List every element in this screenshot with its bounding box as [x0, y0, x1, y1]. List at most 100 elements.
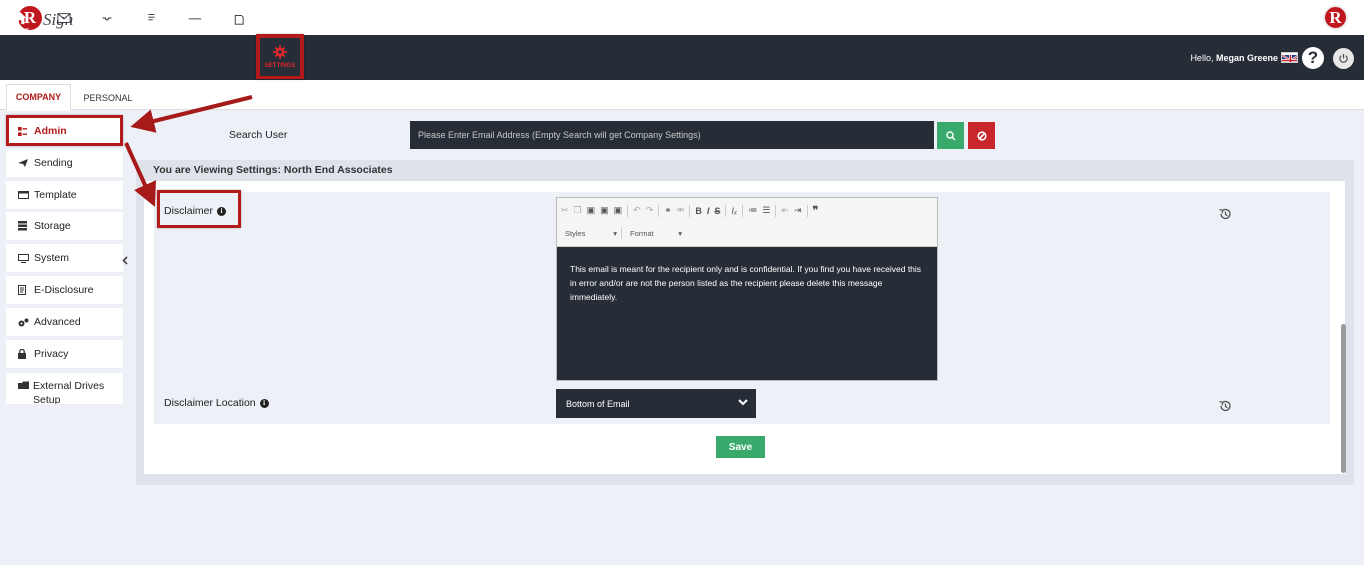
- indent-icon[interactable]: ⇥: [794, 205, 802, 216]
- search-user-label: Search User: [229, 129, 288, 141]
- rpost-logo: R: [1323, 5, 1348, 30]
- nav-stats[interactable]: STATS: [182, 0, 208, 45]
- inbox-icon: [100, 13, 114, 23]
- toolbar-divider: [658, 204, 660, 217]
- format-combo[interactable]: Format ▾: [626, 229, 686, 238]
- search-email-input[interactable]: Please Enter Email Address (Empty Search…: [410, 121, 934, 149]
- paste-icon[interactable]: ▣: [587, 205, 596, 216]
- toolbar-divider: [725, 204, 727, 217]
- nav-envelopes[interactable]: ENVELOPES: [86, 0, 128, 45]
- caret-down-icon: ▾: [678, 228, 682, 238]
- editor-content[interactable]: This email is meant for the recipient on…: [570, 262, 925, 304]
- monitor-icon: [18, 253, 30, 263]
- editor-toolbar-row-2: Styles ▾ Format ▾: [561, 227, 686, 239]
- greeting-text: Hello,: [1190, 53, 1214, 63]
- logout-button[interactable]: [1333, 48, 1354, 69]
- sidebar-item-storage[interactable]: Storage: [6, 212, 123, 240]
- ban-icon: [976, 130, 987, 141]
- panel-scrollbar[interactable]: [1341, 324, 1346, 473]
- bold-icon[interactable]: B: [695, 206, 702, 216]
- toolbar-divider: [775, 204, 777, 217]
- toolbar-divider: [621, 227, 622, 239]
- envelope-icon: [57, 12, 71, 23]
- blockquote-icon[interactable]: ❞: [813, 204, 819, 217]
- italic-icon[interactable]: I: [707, 206, 710, 216]
- tab-personal[interactable]: PERSONAL: [76, 84, 140, 111]
- save-button[interactable]: Save: [716, 436, 765, 458]
- bulleted-list-icon[interactable]: ☰: [762, 205, 770, 216]
- paste-text-icon[interactable]: ▣: [600, 205, 609, 216]
- nav-send-label: SEND: [55, 28, 73, 35]
- sidebar-item-external-drives[interactable]: External Drives Setup: [6, 373, 123, 404]
- strikethrough-icon[interactable]: S: [714, 206, 720, 216]
- user-name: Megan Greene: [1215, 53, 1278, 63]
- highlight-box-settings: [256, 34, 304, 79]
- nav-templates[interactable]: TEMPLATES: [130, 0, 172, 45]
- sidebar-item-label: Template: [34, 189, 77, 201]
- format-combo-label: Format: [630, 228, 654, 238]
- search-icon: [945, 130, 956, 141]
- sidebar-item-template[interactable]: Template: [6, 181, 123, 209]
- info-icon[interactable]: i: [259, 398, 269, 408]
- editor-toolbar-row: ✂ ❐ ▣ ▣ ▣ ↶ ↷ ⚭ ⚮ B I S Iₓ ≔ ☰ ⇤ ⇥ ❞: [561, 204, 823, 217]
- help-button[interactable]: ?: [1302, 47, 1324, 69]
- highlight-box-disclaimer: [157, 190, 241, 228]
- template-icon: [144, 11, 157, 25]
- caret-down-icon: ▾: [613, 228, 617, 238]
- toolbar-divider: [742, 204, 744, 217]
- disclaimer-location-field-label: Disclaimer Location i: [164, 397, 269, 409]
- styles-combo[interactable]: Styles ▾: [561, 229, 621, 238]
- search-button[interactable]: [937, 122, 964, 149]
- editor-toolbar: ✂ ❐ ▣ ▣ ▣ ↶ ↷ ⚭ ⚮ B I S Iₓ ≔ ☰ ⇤ ⇥ ❞ Sty…: [557, 198, 937, 247]
- highlight-box-admin: [6, 115, 123, 146]
- document-icon: [18, 285, 30, 295]
- clear-search-button[interactable]: [968, 122, 995, 149]
- paste-word-icon[interactable]: ▣: [614, 205, 623, 216]
- nav-envelopes-label: ENVELOPES: [88, 28, 126, 35]
- drive-icon: [18, 381, 29, 389]
- history-icon[interactable]: [1218, 399, 1232, 413]
- user-greeting: Hello, Megan Greene: [1190, 53, 1278, 63]
- sidebar-item-label: Storage: [34, 220, 71, 232]
- power-icon: [1339, 53, 1348, 63]
- disclaimer-editor[interactable]: ✂ ❐ ▣ ▣ ▣ ↶ ↷ ⚭ ⚮ B I S Iₓ ≔ ☰ ⇤ ⇥ ❞ Sty…: [556, 197, 938, 381]
- undo-icon[interactable]: ↶: [633, 205, 641, 216]
- history-icon[interactable]: [1218, 207, 1232, 221]
- toolbar-divider: [627, 204, 629, 217]
- numbered-list-icon[interactable]: ≔: [748, 205, 757, 216]
- link-icon[interactable]: ⚭: [664, 205, 672, 216]
- styles-combo-label: Styles: [565, 228, 586, 238]
- sidebar-item-sending[interactable]: Sending: [6, 149, 123, 177]
- chevron-down-icon: [738, 399, 748, 406]
- sidebar-item-system[interactable]: System: [6, 244, 123, 272]
- cut-icon[interactable]: ✂: [561, 205, 569, 216]
- copy-icon[interactable]: ❐: [574, 205, 582, 216]
- outdent-icon[interactable]: ⇤: [781, 205, 789, 216]
- nav-account-label: ACCOUNT: [221, 28, 253, 35]
- nav-home[interactable]: HOME: [6, 0, 34, 45]
- nav-account[interactable]: ACCOUNT: [218, 0, 256, 45]
- disclaimer-location-label: Disclaimer Location: [164, 397, 256, 409]
- sidebar-item-label: Sending: [34, 157, 73, 169]
- sidebar-item-advanced[interactable]: Advanced: [6, 308, 123, 336]
- sidebar-item-privacy[interactable]: Privacy: [6, 340, 123, 368]
- collapse-sidebar-icon[interactable]: [122, 256, 128, 268]
- uk-flag-icon[interactable]: [1281, 52, 1298, 63]
- window-icon: [18, 191, 30, 199]
- nav-stats-label: STATS: [185, 28, 205, 35]
- nav-templates-label: TEMPLATES: [132, 28, 170, 35]
- unlink-icon[interactable]: ⚮: [677, 205, 685, 216]
- home-icon: [13, 11, 27, 24]
- briefcase-icon: [188, 12, 202, 23]
- sidebar-item-label: External Drives Setup: [33, 380, 105, 404]
- nav-home-label: HOME: [10, 28, 30, 35]
- sidebar-item-e-disclosure[interactable]: E-Disclosure: [6, 276, 123, 304]
- toolbar-divider: [689, 204, 691, 217]
- tab-company[interactable]: COMPANY: [6, 84, 71, 111]
- cogs-icon: [18, 318, 30, 327]
- nav-send[interactable]: SEND: [50, 0, 78, 45]
- panel-title: You are Viewing Settings: North End Asso…: [153, 164, 393, 176]
- disclaimer-location-select[interactable]: Bottom of Email: [556, 389, 756, 418]
- remove-format-icon[interactable]: Iₓ: [731, 206, 737, 216]
- redo-icon[interactable]: ↷: [646, 205, 654, 216]
